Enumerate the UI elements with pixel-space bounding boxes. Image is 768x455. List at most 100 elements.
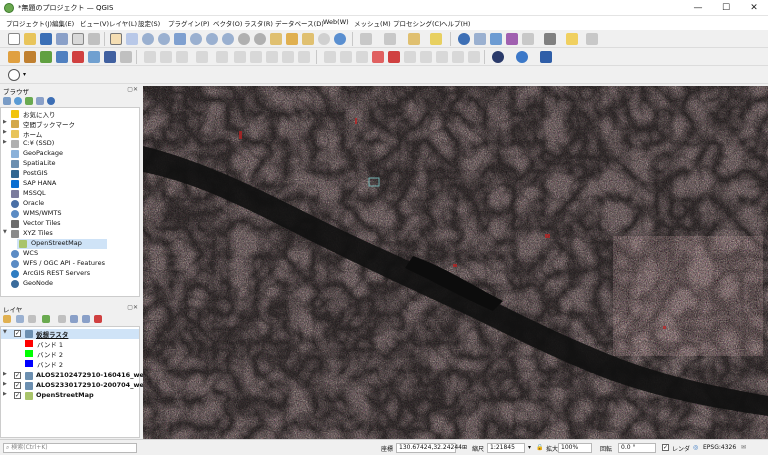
copy-features-icon[interactable]	[250, 51, 262, 63]
annotation-icon[interactable]	[544, 33, 556, 45]
layer-virtual-raster[interactable]: ▼ ✓ 仮想ラスタ	[1, 329, 139, 339]
map-tips-icon[interactable]	[566, 33, 578, 45]
layer-openstreetmap[interactable]: ▶ ✓ OpenStreetMap	[1, 391, 139, 401]
menu-help[interactable]: ヘルプ(H)	[441, 18, 470, 28]
crs-globe-icon[interactable]: ◎	[693, 444, 698, 451]
coordinate-field[interactable]: 130.67424,32.24244	[396, 443, 462, 453]
tree-item-openstreetmap[interactable]: OpenStreetMap	[17, 239, 107, 249]
tree-item-favorites[interactable]: お気に入り	[1, 109, 139, 119]
label-show-icon[interactable]	[356, 51, 368, 63]
save-as-icon[interactable]	[56, 33, 68, 45]
cut-features-icon[interactable]	[234, 51, 246, 63]
new-project-icon[interactable]	[8, 33, 20, 45]
chevron-right-icon[interactable]: ▶	[3, 371, 7, 377]
settings-gear-icon[interactable]	[490, 33, 502, 45]
tree-item-xyz-tiles[interactable]: ▼ XYZ Tiles	[1, 229, 139, 239]
zoom-native-icon[interactable]	[222, 33, 234, 45]
undo-icon[interactable]	[282, 51, 294, 63]
layer-alos2102472910[interactable]: ▶ ✓ ALOS2102472910-160416_webco	[1, 371, 157, 381]
add-group-icon[interactable]	[16, 315, 24, 323]
redo-icon[interactable]	[298, 51, 310, 63]
open-table-icon[interactable]	[430, 33, 442, 45]
tree-item-oracle[interactable]: Oracle	[1, 199, 139, 209]
remove-layer-icon[interactable]	[94, 315, 102, 323]
zoom-last-icon[interactable]	[238, 33, 250, 45]
add-selected-icon[interactable]	[3, 97, 11, 105]
tree-item-wfs[interactable]: WFS / OGC API - Features	[1, 259, 139, 269]
python-console-icon[interactable]	[516, 51, 528, 63]
refresh-icon[interactable]	[334, 33, 346, 45]
tree-item-geopackage[interactable]: GeoPackage	[1, 149, 139, 159]
refresh-icon[interactable]	[14, 97, 22, 105]
select-features-icon[interactable]	[360, 33, 372, 45]
chevron-right-icon[interactable]: ▶	[3, 139, 7, 145]
label-pin-icon[interactable]	[340, 51, 352, 63]
add-delimited-text-icon[interactable]	[72, 51, 84, 63]
tree-item-vector-tiles[interactable]: Vector Tiles	[1, 219, 139, 229]
paste-features-icon[interactable]	[266, 51, 278, 63]
add-virtual-layer-icon[interactable]	[120, 51, 132, 63]
tree-item-wcs[interactable]: WCS	[1, 249, 139, 259]
select-by-value-icon[interactable]	[384, 33, 396, 45]
layer-styling-icon[interactable]	[3, 315, 11, 323]
info-icon[interactable]	[47, 97, 55, 105]
deselect-icon[interactable]	[408, 33, 420, 45]
menu-database[interactable]: データベース(D)	[275, 18, 324, 28]
plugin-panel-icon[interactable]	[540, 51, 552, 63]
zoom-selection-icon[interactable]	[190, 33, 202, 45]
rotation-spinbox[interactable]: 0.0 °	[618, 443, 656, 453]
crs-button[interactable]: EPSG:4326	[703, 444, 736, 451]
open-project-icon[interactable]	[24, 33, 36, 45]
vertex-tool-icon[interactable]	[196, 51, 208, 63]
panel-close-icon[interactable]: ▢✕	[127, 86, 138, 93]
tree-item-spatialite[interactable]: SpatiaLite	[1, 159, 139, 169]
scale-combobox[interactable]: 1:21845	[487, 443, 525, 453]
tree-item-geonode[interactable]: GeoNode	[1, 279, 139, 289]
add-raster-layer-icon[interactable]	[40, 51, 52, 63]
diagram-move-icon[interactable]	[452, 51, 464, 63]
label-rotate-icon[interactable]	[404, 51, 416, 63]
lock-icon[interactable]: 🔒	[536, 444, 543, 451]
tree-item-spatial-bookmarks[interactable]: ▶ 空間ブックマーク	[1, 119, 139, 129]
chevron-right-icon[interactable]: ▶	[3, 381, 7, 387]
menu-processing[interactable]: プロセシング(C)	[393, 18, 442, 28]
pan-icon[interactable]	[110, 33, 122, 45]
label-highlight-icon[interactable]	[372, 51, 384, 63]
chevron-down-icon[interactable]: ▼	[3, 229, 7, 235]
add-vector-layer-icon[interactable]	[24, 51, 36, 63]
zoom-layer-icon[interactable]	[206, 33, 218, 45]
menu-view[interactable]: ビュー(V)	[80, 18, 109, 28]
label-move-icon[interactable]	[388, 51, 400, 63]
zoom-full-icon[interactable]	[174, 33, 186, 45]
statistics-sigma-icon[interactable]	[506, 33, 518, 45]
digitize-icon[interactable]	[176, 51, 188, 63]
tree-item-arcgis-rest[interactable]: ArcGIS REST Servers	[1, 269, 139, 279]
identify-icon[interactable]	[458, 33, 470, 45]
measure-icon[interactable]	[522, 33, 534, 45]
map-canvas[interactable]	[143, 86, 768, 439]
messages-icon[interactable]: ✉	[741, 444, 746, 451]
tree-item-wms-wmts[interactable]: WMS/WMTS	[1, 209, 139, 219]
menu-mesh[interactable]: メッシュ(M)	[354, 18, 391, 28]
label-properties-icon[interactable]	[468, 51, 480, 63]
chevron-right-icon[interactable]: ▶	[3, 391, 7, 397]
temporal-icon[interactable]	[318, 33, 330, 45]
add-spatialite-icon[interactable]	[88, 51, 100, 63]
filter-icon[interactable]	[25, 97, 33, 105]
layer-visibility-checkbox[interactable]: ✓	[14, 382, 21, 389]
new-3d-view-icon[interactable]	[286, 33, 298, 45]
zoom-next-icon[interactable]	[254, 33, 266, 45]
text-annotation-icon[interactable]	[586, 33, 598, 45]
bookmark-new-icon[interactable]	[302, 33, 314, 45]
filter-expression-icon[interactable]	[58, 315, 66, 323]
layer-visibility-checkbox[interactable]: ✓	[14, 330, 21, 337]
menu-settings[interactable]: 設定(S)	[138, 18, 160, 28]
expand-all-icon[interactable]	[70, 315, 78, 323]
refresh-circle-icon[interactable]	[8, 69, 20, 81]
filter-legend-icon[interactable]	[42, 315, 50, 323]
locator-search-input[interactable]: ⌕ 検索(Ctrl+K)	[3, 443, 137, 453]
save-edits-icon[interactable]	[160, 51, 172, 63]
menu-vector[interactable]: ベクタ(O)	[213, 18, 242, 28]
tree-item-postgis[interactable]: PostGIS	[1, 169, 139, 179]
chevron-down-icon[interactable]: ▼	[3, 329, 7, 335]
